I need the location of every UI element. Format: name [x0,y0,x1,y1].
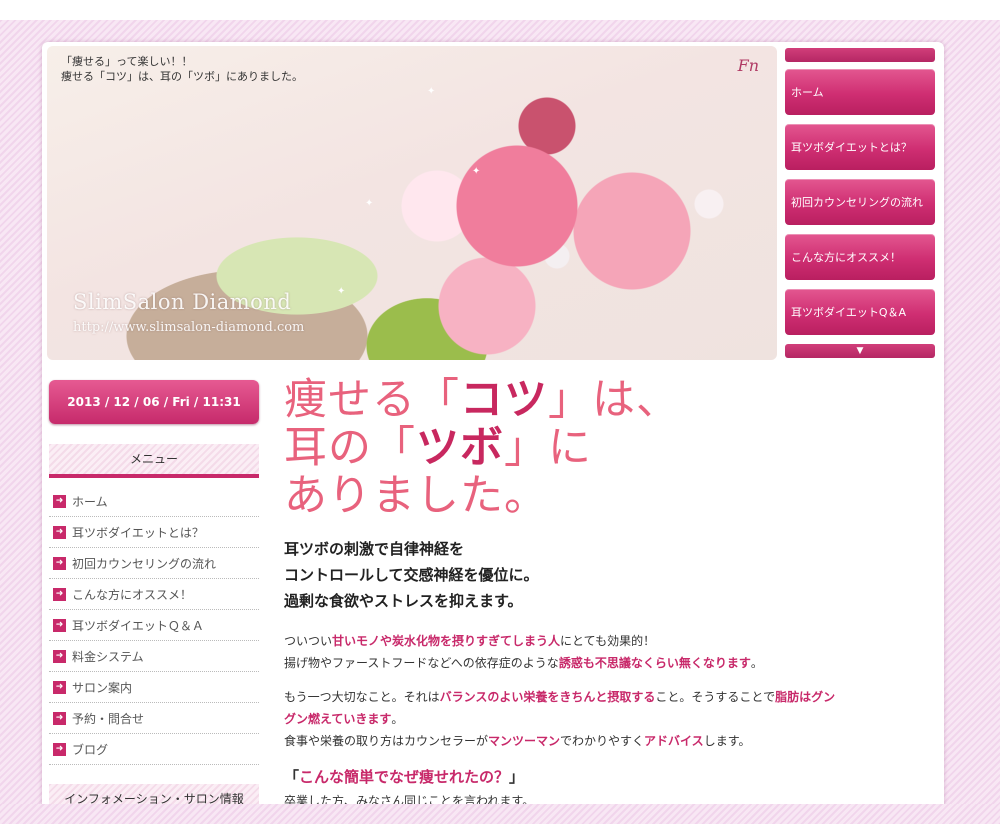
banner-caption-line1: 「痩せる」って楽しい！！ [61,55,193,68]
hero-line-3: ありました。 [284,471,548,521]
banner-caption-line2: 痩せる「コツ」は、耳の「ツボ」にありました。 [61,70,303,83]
paragraph-line: 食事や栄養の取り方はカウンセラーがマンツーマンでわかりやすくアドバイスします。 [284,730,934,752]
sidebar-item-pricing[interactable]: ➜ 料金システム [49,642,259,672]
bracket: 「 [284,768,300,786]
right-nav-recommend[interactable]: こんな方にオススメ！ [785,234,935,280]
lead-line: コントロールして交感神経を優位に。 [284,566,539,584]
hero-text: 」に [504,423,592,473]
highlight-text: マンツーマン [488,734,561,748]
paragraph-line: グン燃えていきます。 [284,708,934,730]
text: 。 [391,712,404,726]
right-nav-scroll-down-button[interactable]: ▼ [785,344,935,358]
section-subheading: 「こんな簡単でなぜ痩せれたの？」 [284,766,524,787]
sidebar-item-label: サロン案内 [72,681,133,695]
arrow-right-icon: ➜ [53,743,66,756]
paragraph-1: ついつい甘いモノや炭水化物を摂りすぎてしまう人にとても効果的！ 揚げ物やファース… [284,630,934,674]
sidebar-item-home[interactable]: ➜ ホーム [49,487,259,517]
paragraph-line: 揚げ物やファーストフードなどへの依存症のような誘惑も不思議なくらい無くなります。 [284,652,934,674]
paragraph-line: ついつい甘いモノや炭水化物を摂りすぎてしまう人にとても効果的！ [284,630,934,652]
hero-text: 」は、 [548,375,680,425]
site-url: http://www.slimsalon-diamond.com [73,320,305,335]
sidebar-item-label: 予約・問合せ [72,712,145,726]
right-nav-about[interactable]: 耳ツボダイエットとは？ [785,124,935,170]
highlight-text: グン燃えていきます [284,712,392,726]
site-name: SlimSalon Diamond [73,290,292,314]
sidebar-item-counseling[interactable]: ➜ 初回カウンセリングの流れ [49,549,259,579]
sidebar-item-label: ブログ [72,743,109,757]
text: 。 [750,656,763,670]
arrow-right-icon: ➜ [53,495,66,508]
sparkle-icon: ✦ [472,166,481,177]
sidebar-item-reservation[interactable]: ➜ 予約・問合せ [49,704,259,734]
sidebar-item-label: 初回カウンセリングの流れ [72,557,217,571]
chevron-down-icon: ▼ [856,346,864,356]
sidebar-item-blog[interactable]: ➜ ブログ [49,735,259,765]
arrow-right-icon: ➜ [53,557,66,570]
lead-line: 過剰な食欲やストレスを抑えます。 [284,592,523,610]
right-nav-top-cap [785,48,935,62]
hero-line-2: 耳の「ツボ」に [284,424,924,472]
text: もう一つ大切なこと。それは [284,690,440,704]
right-nav-label: 初回カウンセリングの流れ [791,196,923,209]
sidebar-item-salon[interactable]: ➜ サロン案内 [49,673,259,703]
highlight-text: 甘いモノや炭水化物を摂りすぎてしまう人 [332,634,561,648]
sidebar-item-label: 耳ツボダイエットＱ＆Ａ [72,619,204,633]
highlight-text: バランスのよい栄養をきちんと摂取する [439,690,656,704]
text: 食事や栄養の取り方はカウンセラーが [284,734,489,748]
right-nav-label: こんな方にオススメ！ [791,251,901,264]
highlight-text: 誘惑も不思議なくらい無くなります [558,656,751,670]
arrow-right-icon: ➜ [53,650,66,663]
arrow-right-icon: ➜ [53,588,66,601]
datetime-badge: 2013 / 12 / 06 / Fri / 11:31 [49,380,259,424]
hero-text: 耳の「 [284,423,416,473]
sparkle-icon: ✦ [427,86,436,97]
bracket: 」 [509,768,525,786]
hero-emphasis: コツ [460,375,548,425]
right-nav-label: ホーム [791,86,824,99]
text: こと。そうすることで [655,690,776,704]
right-nav-counseling[interactable]: 初回カウンセリングの流れ [785,179,935,225]
hero-headline: 痩せる「コツ」は、 耳の「ツボ」に ありました。 [284,376,924,520]
right-nav-home[interactable]: ホーム [785,69,935,115]
right-nav-label: 耳ツボダイエットとは？ [791,141,912,154]
text: 揚げ物やファーストフードなどへの依存症のような [284,656,559,670]
sidebar-item-about[interactable]: ➜ 耳ツボダイエットとは？ [49,518,259,548]
hero-emphasis: ツボ [416,423,504,473]
arrow-right-icon: ➜ [53,681,66,694]
brand-logo: Fn [737,56,759,75]
sparkle-icon: ✦ [365,198,374,209]
text: します。 [703,734,751,748]
right-nav-faq[interactable]: 耳ツボダイエットQ＆A [785,289,935,335]
lead-line: 耳ツボの刺激で自律神経を [284,540,465,558]
text: でわかりやすく [560,734,645,748]
hero-text: 痩せる「 [284,375,460,425]
paragraph-line: もう一つ大切なこと。それはバランスのよい栄養をきちんと摂取すること。そうすること… [284,686,934,708]
text: にとても効果的！ [560,634,656,648]
sidebar-item-label: 耳ツボダイエットとは？ [72,526,204,540]
sidebar-item-faq[interactable]: ➜ 耳ツボダイエットＱ＆Ａ [49,611,259,641]
sidebar-item-label: ホーム [72,495,108,509]
text: ついつい [284,634,333,648]
header-banner: 「痩せる」って楽しい！！ 痩せる「コツ」は、耳の「ツボ」にありました。 Fn S… [47,46,777,360]
sparkle-icon: ✦ [337,286,346,297]
banner-caption: 「痩せる」って楽しい！！ 痩せる「コツ」は、耳の「ツボ」にありました。 [61,54,303,84]
menu-heading: メニュー [49,444,259,478]
cut-off-text: 卒業した方、みなさん同じことを言われます。 [284,794,535,804]
paragraph-2: もう一つ大切なこと。それはバランスのよい栄養をきちんと摂取すること。そうすること… [284,686,934,752]
right-nav-label: 耳ツボダイエットQ＆A [791,306,907,319]
sidebar-item-recommend[interactable]: ➜ こんな方にオススメ！ [49,580,259,610]
lead-text: 耳ツボの刺激で自律神経を コントロールして交感神経を優位に。 過剰な食欲やストレ… [284,536,924,614]
arrow-right-icon: ➜ [53,712,66,725]
arrow-right-icon: ➜ [53,619,66,632]
arrow-right-icon: ➜ [53,526,66,539]
hero-line-1: 痩せる「コツ」は、 [284,376,924,424]
highlight-text: 脂肪はグン [775,690,836,704]
page-bottom-background [0,804,1000,824]
subheading-text: こんな簡単でなぜ痩せれたの？ [299,768,510,786]
sidebar-item-label: 料金システム [72,650,144,664]
highlight-text: アドバイス [644,734,704,748]
sidebar-item-label: こんな方にオススメ！ [72,588,193,602]
